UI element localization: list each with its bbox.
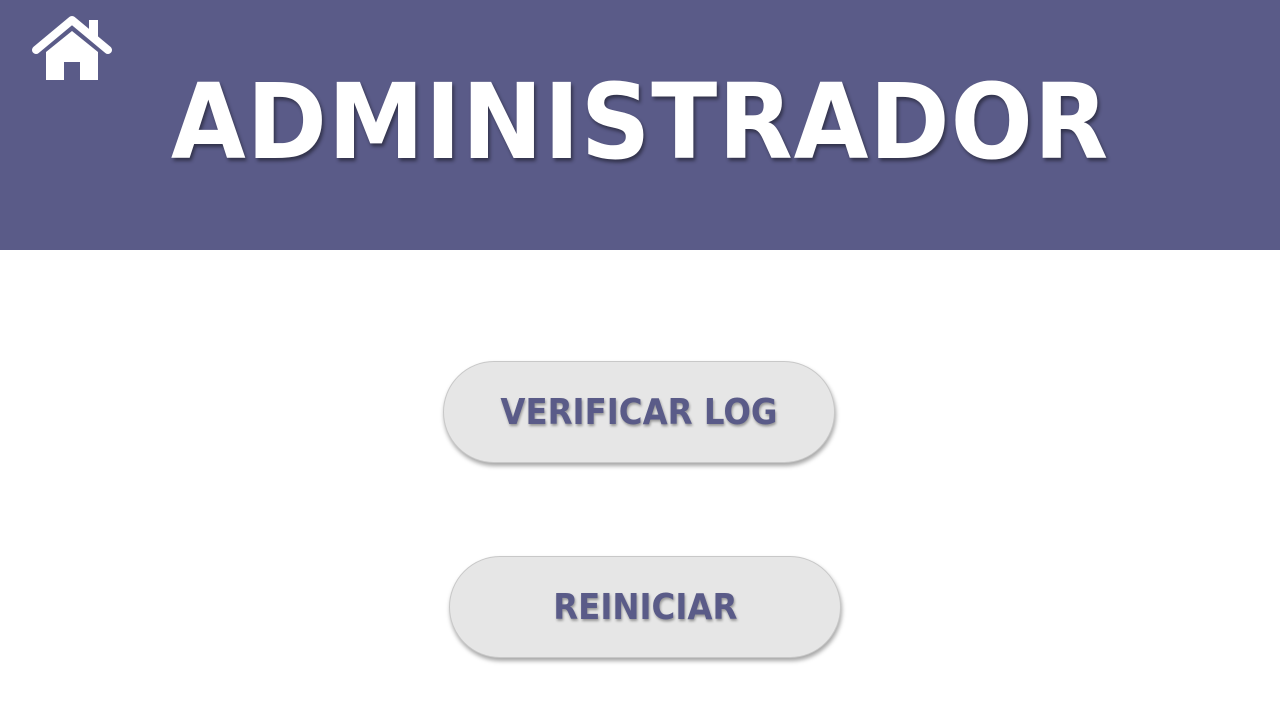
- restart-button-label: REINICIAR: [552, 587, 738, 628]
- verify-log-button-label: VERIFICAR LOG: [500, 392, 778, 433]
- restart-button[interactable]: REINICIAR: [449, 556, 841, 658]
- page-title: ADMINISTRADOR: [170, 61, 1110, 183]
- verify-log-button[interactable]: VERIFICAR LOG: [443, 361, 835, 463]
- header-bar: ADMINISTRADOR: [0, 0, 1280, 250]
